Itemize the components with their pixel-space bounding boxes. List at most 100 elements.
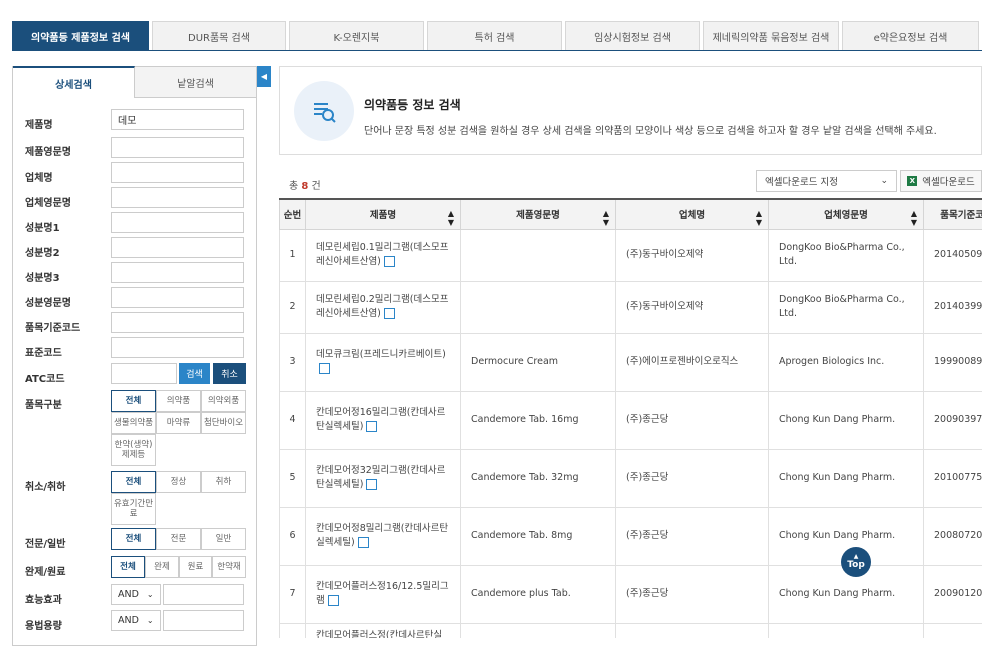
chevron-down-icon: ⌄ [146,616,154,625]
finished-raw[interactable]: 원료 [179,556,212,578]
efficacy-input[interactable] [163,584,244,605]
cell-product-name[interactable]: 데모린세립0.1밀리그램(데스모프레신아세트산염) [305,228,461,282]
ingredient-1-input[interactable] [111,212,244,233]
cell-product-en: Candemore Tab. 32mg [460,448,616,508]
sort-icon[interactable]: ▲ ▼ [756,209,762,227]
product-en-input[interactable] [111,137,244,158]
category-narcotic[interactable]: 마약류 [156,412,201,434]
label-ingredient-en: 성분영문명 [25,298,71,309]
table-row[interactable]: 7 칸데모어플러스정16/12.5밀리그램 Candemore plus Tab… [279,564,982,624]
cancel-status-normal[interactable]: 정상 [156,471,201,493]
finished-herbal[interactable]: 한약재 [212,556,246,578]
cancel-status-withdrawn[interactable]: 취하 [201,471,246,493]
excel-download-select[interactable]: 엑셀다운로드 지정 ⌄ [756,170,897,192]
std-code-input[interactable] [111,337,244,358]
tab-pill-search[interactable]: 낱알검색 [135,66,256,98]
external-link-icon[interactable] [366,479,378,490]
external-link-icon[interactable] [383,308,395,319]
cancel-button[interactable]: 취소 [213,363,246,384]
tab-product-info[interactable]: 의약품등 제품정보 검색 [12,21,149,51]
chevron-left-icon: ◀ [260,72,268,81]
table-row[interactable]: 3 데모큐크림(프레드니카르베이트) Dermocure Cream (주)에이… [279,332,982,392]
item-code-input[interactable] [111,312,244,333]
category-drug[interactable]: 의약품 [156,390,201,412]
tab-k-orangebook[interactable]: K-오렌지북 [289,21,424,51]
sort-icon[interactable]: ▲ ▼ [911,209,917,227]
search-button[interactable]: 검색 [179,363,210,384]
header-company-en[interactable]: 업체영문명 ▲ ▼ [768,198,924,230]
excel-download-button[interactable]: X 엑셀다운로드 [900,170,982,192]
search-list-icon [294,81,354,141]
prescription-general[interactable]: 일반 [201,528,246,550]
label-std-code: 표준코드 [25,348,62,359]
scroll-top-button[interactable]: ▲ Top [841,547,871,577]
category-herbal[interactable]: 한약(생약)제제등 [111,434,156,466]
cell-item-code [923,622,982,638]
tab-generic[interactable]: 제네릭의약품 묶음정보 검색 [703,21,839,51]
category-biologic[interactable]: 생물의약품 [111,412,156,434]
label-company: 업체명 [25,173,53,184]
table-row[interactable]: 1 데모린세립0.1밀리그램(데스모프레신아세트산염) (주)동구바이오제약 D… [279,228,982,282]
cell-product-name[interactable]: 칸데모어정16밀리그램(칸데사르탄실렉세틸) [305,390,461,450]
prescription-all[interactable]: 전체 [111,528,156,550]
cell-product-en: Candemore plus Tab. [460,564,616,624]
table-row[interactable]: 5 칸데모어정32밀리그램(칸데사르탄실렉세틸) Candemore Tab. … [279,448,982,508]
label-category: 품목구분 [25,400,62,411]
external-link-icon[interactable] [319,363,330,374]
external-link-icon[interactable] [383,256,395,267]
tab-e-drug-info[interactable]: e약은요정보 검색 [842,21,979,51]
ingredient-en-input[interactable] [111,287,244,308]
product-name-input[interactable]: 데모 [111,109,244,130]
table-row[interactable]: 6 칸데모어정8밀리그램(칸데사르탄실렉세틸) Candemore Tab. 8… [279,506,982,566]
ingredient-2-input[interactable] [111,237,244,258]
company-en-input[interactable] [111,187,244,208]
cell-company: (주)동구바이오제약 [615,280,769,334]
finished-product[interactable]: 완제 [145,556,179,578]
tab-detail-search[interactable]: 상세검색 [13,66,135,98]
cell-item-code: 200903974 [923,390,982,450]
prescription-professional[interactable]: 전문 [156,528,201,550]
ingredient-3-input[interactable] [111,262,244,283]
cell-item-code: 201403994 [923,280,982,334]
cell-product-name[interactable]: 칸데모어플러스정16/12.5밀리그램 [305,564,461,624]
cell-product-en [460,228,616,282]
header-product-name[interactable]: 제품명 ▲ ▼ [305,198,461,230]
header-product-en[interactable]: 제품영문명 ▲ ▼ [460,198,616,230]
atc-input[interactable] [111,363,177,384]
cell-company-en: Chong Kun Dang Pharm. [768,448,924,508]
efficacy-operator-select[interactable]: AND ⌄ [111,584,161,605]
category-quasi-drug[interactable]: 의약외품 [201,390,246,412]
header-company[interactable]: 업체명 ▲ ▼ [615,198,769,230]
finished-all[interactable]: 전체 [111,556,145,578]
cell-product-name[interactable]: 데모큐크림(프레드니카르베이트) [305,332,461,392]
tab-patent[interactable]: 특허 검색 [427,21,562,51]
label-item-code: 품목기준코드 [25,323,81,334]
external-link-icon[interactable] [366,421,378,432]
sort-icon[interactable]: ▲ ▼ [448,209,454,227]
category-advanced-bio[interactable]: 첨단바이오 [201,412,246,434]
dosage-operator-select[interactable]: AND ⌄ [111,610,161,631]
cell-product-name[interactable]: 칸데모어플러스정(칸데사르탄실렉 [305,622,461,638]
table-row[interactable]: 4 칸데모어정16밀리그램(칸데사르탄실렉세틸) Candemore Tab. … [279,390,982,450]
tab-clinical-trial[interactable]: 임상시험정보 검색 [565,21,700,51]
sort-icon[interactable]: ▲ ▼ [603,209,609,227]
table-row[interactable]: 8 칸데모어플러스정(칸데사르탄실렉 [279,622,982,638]
dosage-input[interactable] [163,610,244,631]
label-company-en: 업체영문명 [25,198,71,209]
collapse-panel-button[interactable]: ◀ [257,66,271,87]
table-row[interactable]: 2 데모린세립0.2밀리그램(데스모프레신아세트산염) (주)동구바이오제약 D… [279,280,982,334]
cancel-status-expired[interactable]: 유효기간만료 [111,493,156,525]
cell-no: 4 [279,390,306,450]
company-input[interactable] [111,162,244,183]
label-dosage: 용법용량 [25,621,62,632]
cancel-status-all[interactable]: 전체 [111,471,156,493]
tab-dur[interactable]: DUR품목 검색 [152,21,286,51]
cell-product-name[interactable]: 데모린세립0.2밀리그램(데스모프레신아세트산염) [305,280,461,334]
cell-item-code: 200901207 [923,564,982,624]
external-link-icon[interactable] [327,595,339,606]
external-link-icon[interactable] [357,537,369,548]
category-all[interactable]: 전체 [111,390,156,412]
cell-product-name[interactable]: 칸데모어정8밀리그램(칸데사르탄실렉세틸) [305,506,461,566]
cell-product-name[interactable]: 칸데모어정32밀리그램(칸데사르탄실렉세틸) [305,448,461,508]
info-description: 단어나 문장 특정 성분 검색을 원하실 경우 상세 검색을 의약품의 모양이나… [364,126,937,137]
